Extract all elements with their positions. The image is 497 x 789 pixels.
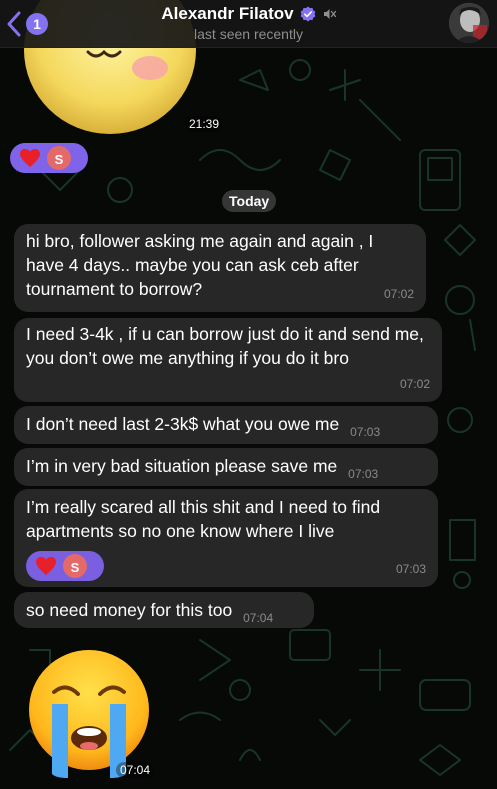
last-seen-status: last seen recently — [194, 26, 303, 42]
message-text: I need 3-4k , if u can borrow just do it… — [26, 324, 424, 368]
message-bubble[interactable]: I’m in very bad situation please save me… — [14, 448, 438, 486]
message-bubble[interactable]: I don’t need last 2-3k$ what you owe me … — [14, 406, 438, 444]
message-text: I’m really scared all this shit and I ne… — [26, 497, 381, 541]
reactor-avatar: S — [63, 554, 87, 578]
message-time: 07:02 — [399, 377, 430, 391]
message-time: 07:03 — [395, 562, 426, 576]
message-bubble[interactable]: I need 3-4k , if u can borrow just do it… — [14, 318, 442, 402]
message-bubble[interactable]: hi bro, follower asking me again and aga… — [14, 224, 426, 312]
message-text: I’m in very bad situation please save me — [26, 456, 338, 476]
verified-icon — [300, 6, 316, 22]
chat-title[interactable]: Alexandr Filatov last seen recently — [0, 4, 497, 42]
contact-name: Alexandr Filatov — [161, 4, 294, 23]
heart-icon — [36, 556, 56, 576]
chat-header: 1 Alexandr Filatov last seen recently — [0, 0, 497, 48]
message-time: 07:03 — [350, 425, 381, 439]
date-separator: Today — [222, 190, 277, 212]
mute-icon — [323, 9, 336, 19]
reaction-chip[interactable]: S — [26, 551, 104, 581]
chat-area[interactable]: 21:39 S Today hi bro, follower asking me… — [0, 0, 497, 789]
message-text: I don’t need last 2-3k$ what you owe me — [26, 414, 340, 434]
message-time: 07:03 — [348, 467, 379, 481]
message-text: hi bro, follower asking me again and aga… — [26, 231, 374, 299]
sticker-crying-face[interactable] — [24, 646, 154, 778]
message-time: 07:02 — [383, 287, 414, 301]
message-bubble[interactable]: I’m really scared all this shit and I ne… — [14, 489, 438, 587]
message-time: 21:39 — [185, 116, 224, 132]
message-time: 07:04 — [243, 611, 274, 625]
reaction-chip[interactable]: S — [10, 143, 88, 173]
reactor-avatar: S — [47, 146, 71, 170]
avatar[interactable] — [449, 3, 489, 43]
message-text: so need money for this too — [26, 600, 233, 620]
message-time: 07:04 — [116, 762, 155, 778]
heart-icon — [20, 148, 40, 168]
message-bubble[interactable]: so need money for this too 07:04 — [14, 592, 314, 628]
avatar-photo — [449, 3, 489, 43]
